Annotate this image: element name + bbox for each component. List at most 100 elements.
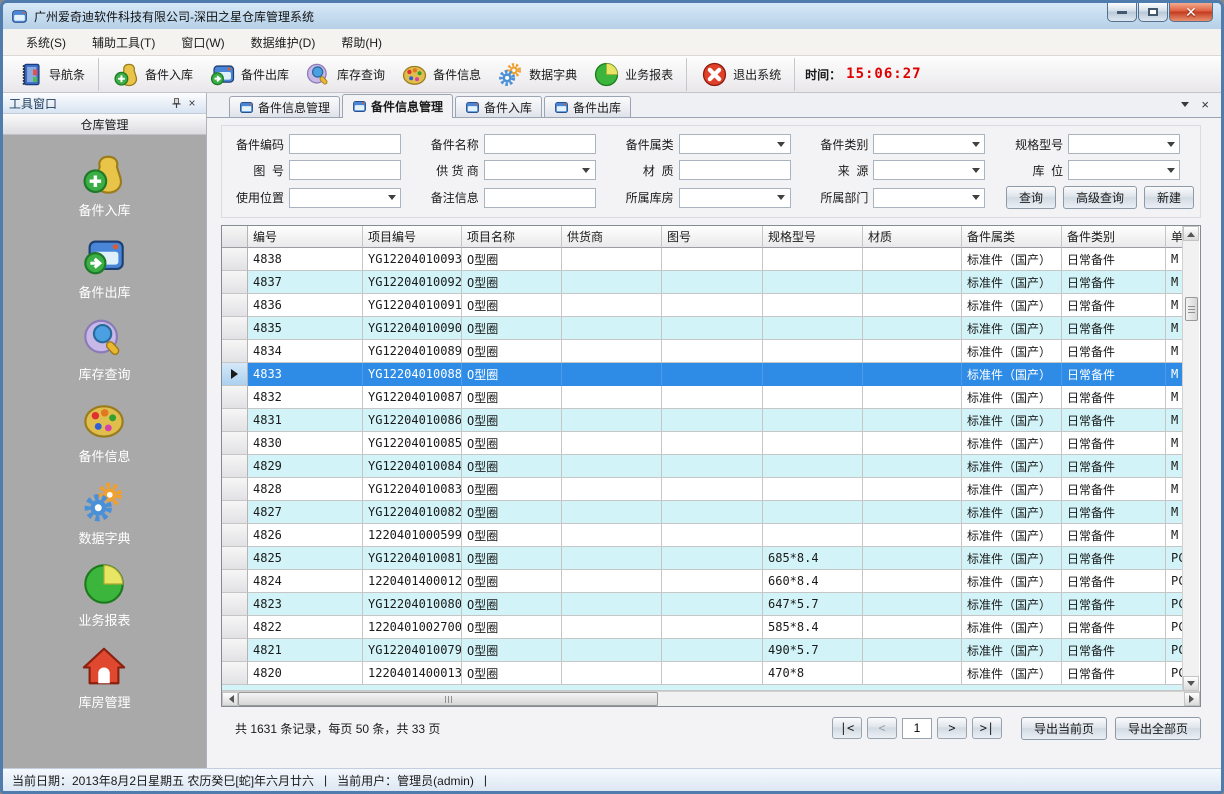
cell-project-code[interactable]: YG12204010084 <box>363 455 462 478</box>
cell-project-code[interactable]: YG12204010080 <box>363 593 462 616</box>
cell-material[interactable] <box>863 593 962 616</box>
cell-material[interactable] <box>863 455 962 478</box>
cell-project-name[interactable]: O型圈 <box>462 593 562 616</box>
cell-material[interactable] <box>863 570 962 593</box>
cell-spec[interactable]: 660*8.4 <box>763 570 863 593</box>
table-row[interactable]: 4827 YG12204010082 O型圈 标准件（国产） 日常备件 <box>222 501 1182 524</box>
cell-unit[interactable]: PC <box>1166 547 1182 570</box>
row-selector[interactable] <box>222 570 248 593</box>
cell-project-code[interactable]: 1220401002700 <box>363 616 462 639</box>
cell-unit[interactable]: PC <box>1166 570 1182 593</box>
table-row[interactable]: 4824 1220401400012 O型圈 660*8.4 标准件（国产） <box>222 570 1182 593</box>
cell-id[interactable]: 4824 <box>248 570 363 593</box>
field-input[interactable] <box>873 160 985 180</box>
cell-project-code[interactable]: YG12204010086 <box>363 409 462 432</box>
cell-supplier[interactable] <box>562 547 662 570</box>
cell-project-name[interactable]: O型圈 <box>462 432 562 455</box>
table-row[interactable]: 4826 1220401000599 O型圈 标准件（国产） 日常备件 <box>222 524 1182 547</box>
cell-supplier[interactable] <box>562 317 662 340</box>
cell-supplier[interactable] <box>562 432 662 455</box>
menu-item[interactable]: 帮助(H) <box>328 30 395 55</box>
cell-project-code[interactable]: YG12204010083 <box>363 478 462 501</box>
field-input[interactable] <box>484 188 596 208</box>
minimize-button[interactable] <box>1107 3 1137 22</box>
cell-id[interactable]: 4835 <box>248 317 363 340</box>
cell-type[interactable]: 日常备件 <box>1062 363 1166 386</box>
cell-supplier[interactable] <box>562 340 662 363</box>
cell-type[interactable]: 日常备件 <box>1062 432 1166 455</box>
cell-drawing-no[interactable] <box>662 570 763 593</box>
column-header[interactable]: 图号 <box>662 226 763 248</box>
table-row[interactable]: 4835 YG12204010090 O型圈 标准件（国产） 日常备件 <box>222 317 1182 340</box>
row-selector[interactable] <box>222 639 248 662</box>
table-row[interactable]: 4831 YG12204010086 O型圈 标准件（国产） 日常备件 <box>222 409 1182 432</box>
toolbar-button[interactable]: 备件信息 <box>393 58 489 91</box>
cell-category[interactable]: 标准件（国产） <box>962 524 1062 547</box>
cell-project-name[interactable]: O型圈 <box>462 662 562 685</box>
cell-supplier[interactable] <box>562 616 662 639</box>
cell-category[interactable]: 标准件（国产） <box>962 363 1062 386</box>
cell-project-name[interactable]: O型圈 <box>462 616 562 639</box>
toolbar-button[interactable]: 业务报表 <box>585 58 687 91</box>
column-header[interactable]: 材质 <box>863 226 962 248</box>
table-row[interactable]: 4829 YG12204010084 O型圈 标准件（国产） 日常备件 <box>222 455 1182 478</box>
cell-material[interactable] <box>863 271 962 294</box>
cell-id[interactable]: 4828 <box>248 478 363 501</box>
cell-drawing-no[interactable] <box>662 593 763 616</box>
cell-unit[interactable]: M <box>1166 294 1182 317</box>
cell-project-name[interactable]: O型圈 <box>462 409 562 432</box>
cell-category[interactable]: 标准件（国产） <box>962 432 1062 455</box>
cell-drawing-no[interactable] <box>662 248 763 271</box>
field-input[interactable] <box>679 134 791 154</box>
cell-category[interactable]: 标准件（国产） <box>962 501 1062 524</box>
cell-project-name[interactable]: O型圈 <box>462 501 562 524</box>
cell-drawing-no[interactable] <box>662 616 763 639</box>
menu-item[interactable]: 系统(S) <box>13 30 79 55</box>
cell-unit[interactable]: PC <box>1166 662 1182 685</box>
row-selector[interactable] <box>222 294 248 317</box>
pin-button[interactable] <box>168 95 184 111</box>
cell-unit[interactable]: M <box>1166 478 1182 501</box>
field-input[interactable] <box>289 188 401 208</box>
cell-type[interactable]: 日常备件 <box>1062 547 1166 570</box>
cell-material[interactable] <box>863 639 962 662</box>
cell-drawing-no[interactable] <box>662 662 763 685</box>
sidebar-item[interactable]: 业务报表 <box>78 561 130 629</box>
row-selector[interactable] <box>222 409 248 432</box>
cell-material[interactable] <box>863 248 962 271</box>
field-input[interactable] <box>484 134 596 154</box>
cell-unit[interactable]: M <box>1166 248 1182 271</box>
cell-type[interactable]: 日常备件 <box>1062 271 1166 294</box>
row-selector[interactable] <box>222 386 248 409</box>
cell-id[interactable]: 4832 <box>248 386 363 409</box>
cell-supplier[interactable] <box>562 570 662 593</box>
cell-project-code[interactable]: YG12204010089 <box>363 340 462 363</box>
cell-supplier[interactable] <box>562 593 662 616</box>
sidebar-item[interactable]: 备件出库 <box>78 233 130 301</box>
menu-item[interactable]: 数据维护(D) <box>238 30 329 55</box>
document-tab[interactable]: 备件信息管理 <box>229 96 340 117</box>
cell-type[interactable]: 日常备件 <box>1062 524 1166 547</box>
cell-id[interactable]: 4831 <box>248 409 363 432</box>
cell-unit[interactable]: M <box>1166 340 1182 363</box>
row-selector[interactable] <box>222 271 248 294</box>
cell-material[interactable] <box>863 317 962 340</box>
table-row[interactable]: 4832 YG12204010087 O型圈 标准件（国产） 日常备件 <box>222 386 1182 409</box>
cell-type[interactable]: 日常备件 <box>1062 294 1166 317</box>
cell-spec[interactable]: 647*5.7 <box>763 593 863 616</box>
cell-category[interactable]: 标准件（国产） <box>962 547 1062 570</box>
row-selector[interactable] <box>222 501 248 524</box>
cell-project-code[interactable]: YG12204010090 <box>363 317 462 340</box>
table-row[interactable]: 4830 YG12204010085 O型圈 标准件（国产） 日常备件 <box>222 432 1182 455</box>
cell-spec[interactable] <box>763 271 863 294</box>
column-header[interactable]: 项目名称 <box>462 226 562 248</box>
row-selector[interactable] <box>222 662 248 685</box>
cell-project-name[interactable]: O型圈 <box>462 386 562 409</box>
cell-material[interactable] <box>863 432 962 455</box>
sidebar-item[interactable]: 库房管理 <box>78 643 130 711</box>
maximize-button[interactable] <box>1138 3 1168 22</box>
cell-project-code[interactable]: 1220401400012 <box>363 570 462 593</box>
cell-type[interactable]: 日常备件 <box>1062 616 1166 639</box>
cell-drawing-no[interactable] <box>662 386 763 409</box>
cell-material[interactable] <box>863 478 962 501</box>
